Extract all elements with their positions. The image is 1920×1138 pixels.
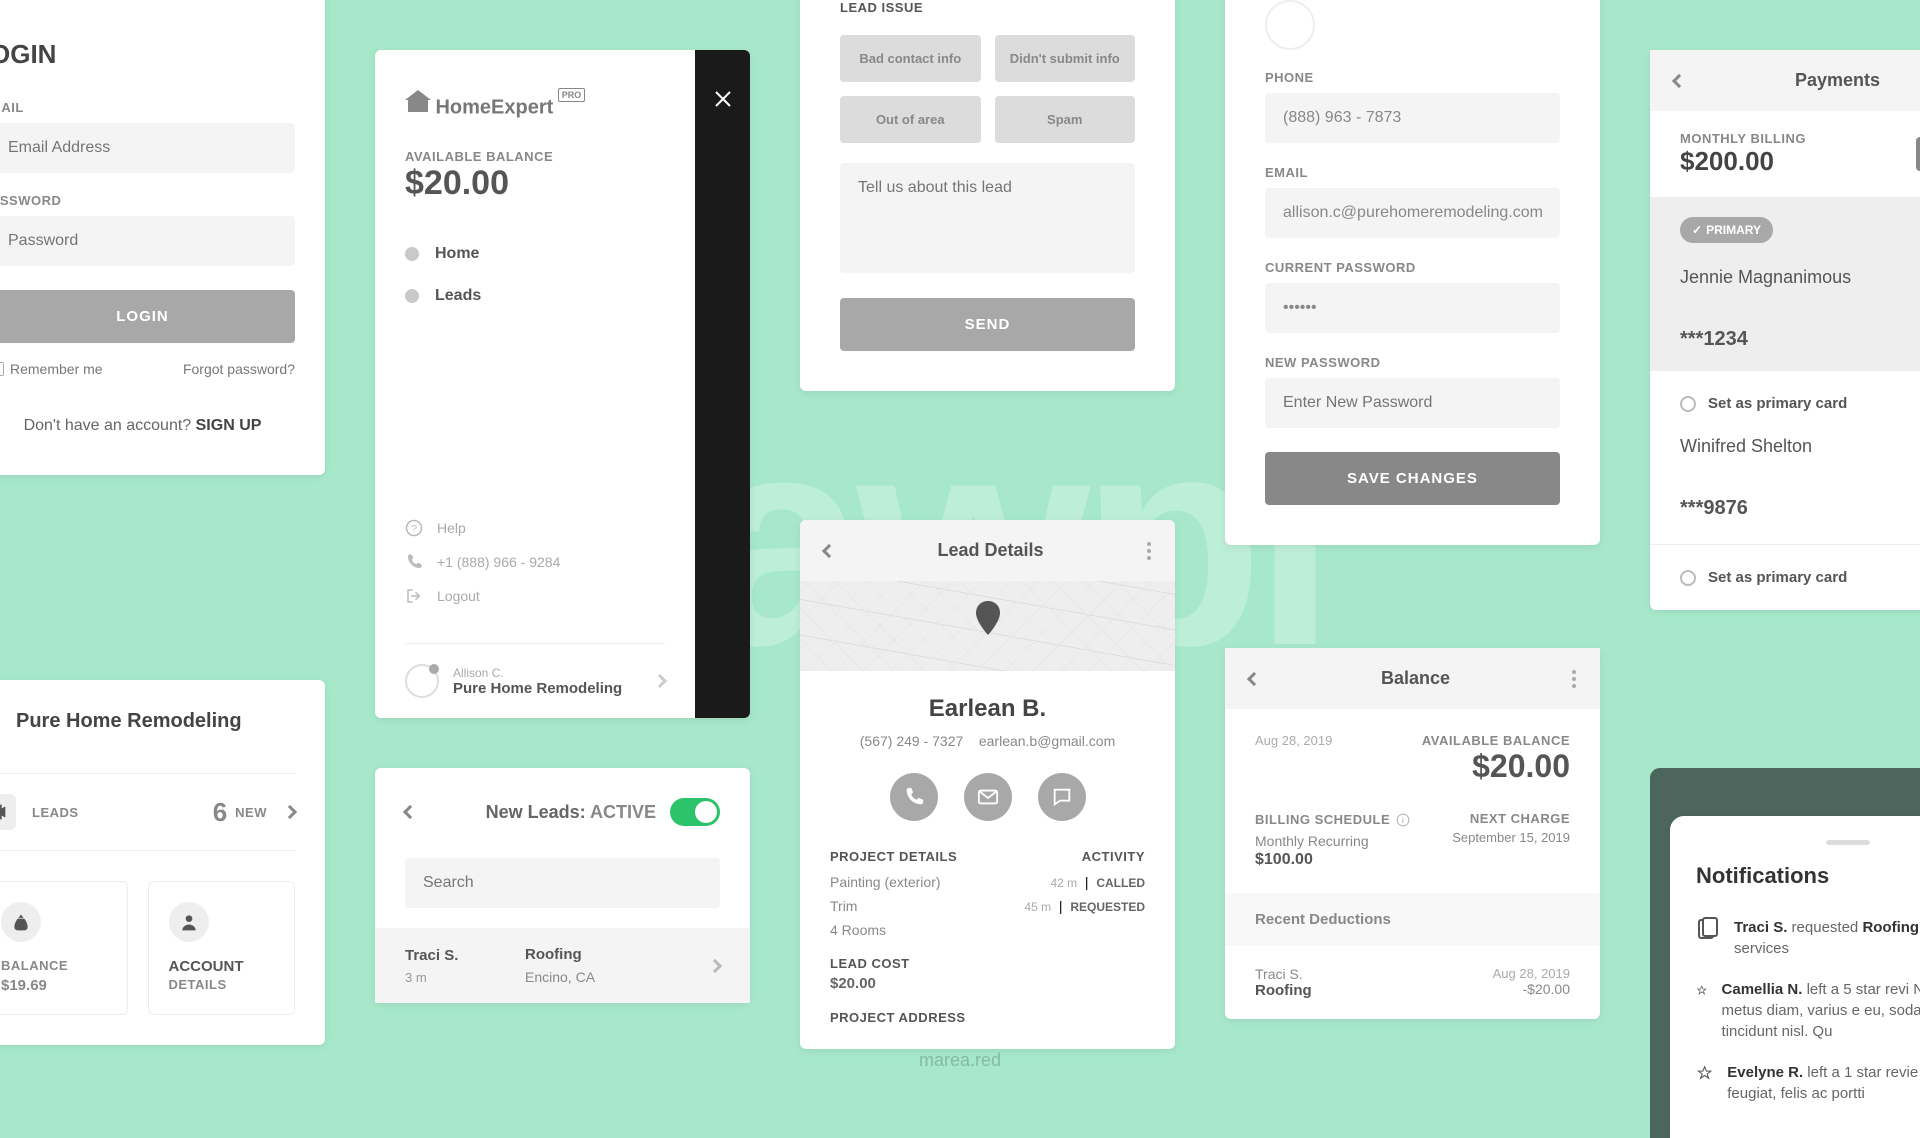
- svg-text:i: i: [1402, 815, 1404, 824]
- map-preview: [800, 581, 1175, 671]
- balance-value: $20.00: [405, 164, 665, 203]
- email-icon: [977, 786, 999, 808]
- lead-name: Earlean B.: [830, 695, 1145, 723]
- balance-title: Balance: [1259, 668, 1572, 689]
- profile-row[interactable]: Allison C. Pure Home Remodeling: [405, 643, 665, 698]
- lead-email[interactable]: earlean.b@gmail.com: [979, 733, 1115, 749]
- issue-didnt-submit[interactable]: Didn't submit info: [995, 35, 1136, 82]
- set-primary-radio[interactable]: Set as primary card: [1680, 395, 1920, 412]
- more-icon[interactable]: [1147, 542, 1151, 560]
- password-label: ASSWORD: [0, 193, 295, 208]
- lead-details-title: Lead Details: [834, 540, 1147, 561]
- card-name: Winifred Shelton: [1680, 436, 1920, 457]
- close-icon[interactable]: [714, 90, 732, 108]
- balance-value: $19.69: [1, 977, 107, 994]
- lead-phone[interactable]: (567) 249 - 7327: [860, 733, 964, 749]
- map-pin-icon: [976, 601, 1000, 635]
- logout-icon: [405, 587, 423, 605]
- more-icon[interactable]: [1572, 670, 1576, 688]
- remember-me-checkbox[interactable]: Remember me: [0, 361, 103, 377]
- balance-label: AVAILABLE BALANCE: [405, 149, 665, 164]
- login-button[interactable]: LOGIN: [0, 290, 295, 343]
- search-input[interactable]: [405, 858, 720, 908]
- company-name: Pure Home Remodeling: [16, 710, 242, 733]
- forgot-password-link[interactable]: Forgot password?: [183, 361, 295, 377]
- save-changes-button[interactable]: SAVE CHANGES: [1265, 452, 1560, 505]
- phone-icon: [903, 786, 925, 808]
- phone-field[interactable]: [1265, 93, 1560, 143]
- password-field[interactable]: [0, 216, 295, 266]
- email-label: MAIL: [0, 100, 295, 115]
- logout-link[interactable]: Logout: [405, 579, 665, 613]
- issue-out-of-area[interactable]: Out of area: [840, 96, 981, 143]
- account-tile[interactable]: ACCOUNT DETAILS: [148, 881, 296, 1015]
- active-toggle[interactable]: [670, 798, 720, 826]
- call-button[interactable]: [890, 773, 938, 821]
- info-icon[interactable]: i: [1396, 813, 1410, 827]
- notifications-title: Notifications: [1696, 863, 1920, 889]
- issue-bad-contact[interactable]: Bad contact info: [840, 35, 981, 82]
- email-button[interactable]: [964, 773, 1012, 821]
- card-number: ***1234: [1680, 328, 1920, 351]
- logo-home-icon: [405, 90, 431, 112]
- send-button[interactable]: SEND: [840, 298, 1135, 351]
- star-icon: [1696, 979, 1708, 1003]
- chevron-right-icon: [283, 805, 297, 819]
- balance-tile[interactable]: BALANCE $19.69: [0, 881, 128, 1015]
- money-bag-icon: [11, 912, 31, 932]
- star-icon: [1696, 1062, 1713, 1086]
- svg-text:?: ?: [411, 523, 417, 535]
- phone-link[interactable]: +1 (888) 966 - 9284: [405, 545, 665, 579]
- card-number: ***9876: [1680, 497, 1920, 520]
- card-name: Jennie Magnanimous: [1680, 267, 1920, 288]
- notification-item[interactable]: Traci S. requested Roofingservices: [1696, 907, 1920, 969]
- leads-count: 6: [213, 797, 227, 828]
- user-icon: [179, 912, 199, 932]
- login-title: OGIN: [0, 39, 295, 70]
- email-field[interactable]: [0, 123, 295, 173]
- signup-link[interactable]: SIGN UP: [196, 417, 262, 434]
- chat-button[interactable]: [1038, 773, 1086, 821]
- chevron-right-icon: [708, 958, 722, 972]
- issue-textarea[interactable]: [840, 163, 1135, 273]
- email-field[interactable]: [1265, 188, 1560, 238]
- nav-leads[interactable]: Leads: [405, 275, 665, 317]
- phone-icon: [405, 553, 423, 571]
- new-password-field[interactable]: [1265, 378, 1560, 428]
- request-icon: [1696, 917, 1720, 941]
- view-schedule-button[interactable]: VIEW SC: [1916, 137, 1920, 171]
- primary-badge: ✓ PRIMARY: [1680, 217, 1773, 243]
- set-primary-radio[interactable]: Set as primary card: [1680, 569, 1920, 586]
- help-link[interactable]: ?Help: [405, 511, 665, 545]
- issue-spam[interactable]: Spam: [995, 96, 1136, 143]
- leads-icon: [0, 801, 9, 823]
- lead-issue-title: LEAD ISSUE: [840, 0, 1135, 15]
- current-password-field[interactable]: [1265, 283, 1560, 333]
- nav-home[interactable]: Home: [405, 233, 665, 275]
- notification-item[interactable]: Evelyne R. left a 1 star revie Fusce feu…: [1696, 1052, 1920, 1114]
- chevron-right-icon: [653, 674, 667, 688]
- help-icon: ?: [405, 519, 423, 537]
- chat-icon: [1051, 786, 1073, 808]
- lead-list-item[interactable]: Traci S. 3 m Roofing Encino, CA: [375, 928, 750, 1003]
- notification-item[interactable]: Camellia N. left a 5 star revi Nullam me…: [1696, 969, 1920, 1052]
- leads-row[interactable]: LEADS 6 NEW: [0, 773, 295, 851]
- payments-title: Payments: [1684, 70, 1920, 91]
